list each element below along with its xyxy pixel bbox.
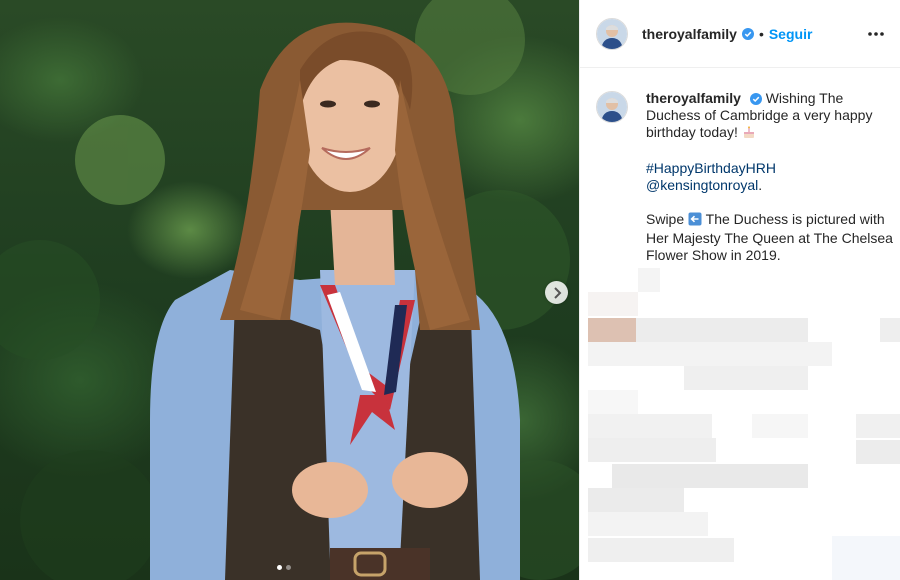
- verified-badge-icon: [741, 27, 754, 40]
- carousel-dot: [286, 565, 291, 570]
- chevron-right-icon: [553, 286, 561, 299]
- swipe-word: Swipe: [646, 211, 685, 227]
- instagram-post: theroyalfamily • Seguir theroyalfamily W…: [0, 0, 900, 580]
- follow-button[interactable]: Seguir: [769, 26, 813, 42]
- avatar-image: [597, 18, 627, 49]
- header-username[interactable]: theroyalfamily: [642, 26, 737, 42]
- post-photo[interactable]: [0, 0, 579, 580]
- avatar[interactable]: [596, 17, 628, 50]
- carousel-next-button[interactable]: [545, 281, 568, 304]
- hashtag-link[interactable]: #HappyBirthdayHRH: [646, 160, 776, 176]
- carousel-indicator: [277, 565, 291, 570]
- caption-username[interactable]: theroyalfamily: [646, 90, 741, 106]
- carousel-dot-active: [277, 565, 282, 570]
- caption-line-photo-info: The Duchess is pictured with Her Majesty…: [646, 211, 893, 263]
- birthday-cake-emoji: [742, 125, 756, 143]
- mention-suffix: .: [758, 177, 763, 193]
- separator-dot: •: [758, 25, 764, 42]
- avatar-image: [597, 92, 627, 122]
- post-header: theroyalfamily • Seguir: [580, 0, 900, 68]
- post-caption: theroyalfamily Wishing The Duchess of Ca…: [596, 90, 896, 281]
- post-sidebar: theroyalfamily • Seguir theroyalfamily W…: [579, 0, 900, 580]
- more-options-icon[interactable]: [866, 24, 886, 44]
- left-arrow-emoji: [688, 212, 702, 230]
- caption-avatar[interactable]: [596, 91, 628, 123]
- mention-link[interactable]: @kensingtonroyal: [646, 177, 758, 193]
- verified-badge-icon: [749, 93, 762, 106]
- photo-woman-portrait: [0, 0, 579, 580]
- caption-text: theroyalfamily Wishing The Duchess of Ca…: [646, 90, 896, 281]
